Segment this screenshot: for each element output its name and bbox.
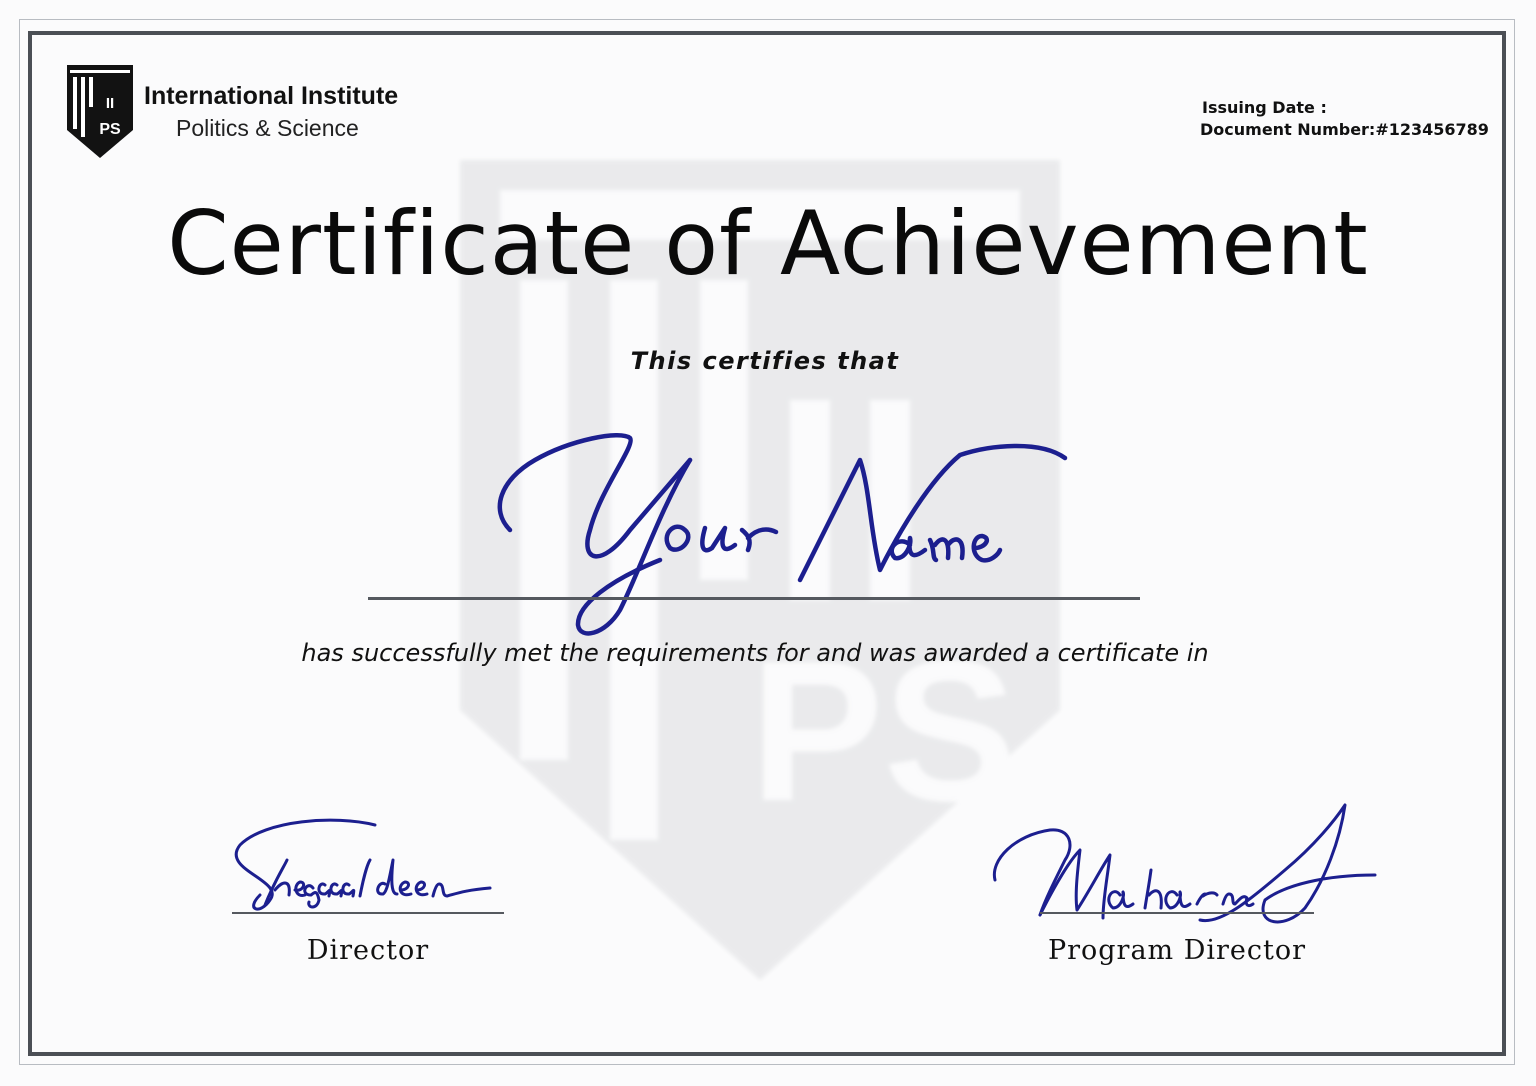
director-signature-line	[232, 912, 504, 914]
recipient-name-signature	[497, 433, 1068, 636]
document-meta: Issuing Date : Document Number:#12345678…	[1200, 97, 1489, 141]
director-role: Director	[306, 935, 430, 966]
organization-subtitle: Politics & Science	[176, 115, 359, 141]
organization-logo: II PS International Institute Politics &…	[66, 64, 446, 160]
program-director-signature-line	[1040, 912, 1314, 914]
shield-logo-icon: II PS	[67, 65, 133, 158]
program-director-role: Program Director	[1047, 935, 1307, 966]
svg-text:PS: PS	[99, 121, 121, 138]
certificate-page: PS II PS International Institute Politic…	[0, 0, 1536, 1086]
svg-text:II: II	[106, 95, 114, 112]
certifies-text: This certifies that	[630, 347, 900, 375]
certificate-title: Certificate of Achievement	[167, 192, 1369, 295]
organization-name: International Institute	[144, 82, 399, 110]
recipient-name-line	[368, 597, 1140, 600]
issuing-date-label: Issuing Date :	[1202, 98, 1327, 117]
awarded-text: has successfully met the requirements fo…	[301, 639, 1209, 667]
document-number: Document Number:#123456789	[1200, 120, 1489, 139]
